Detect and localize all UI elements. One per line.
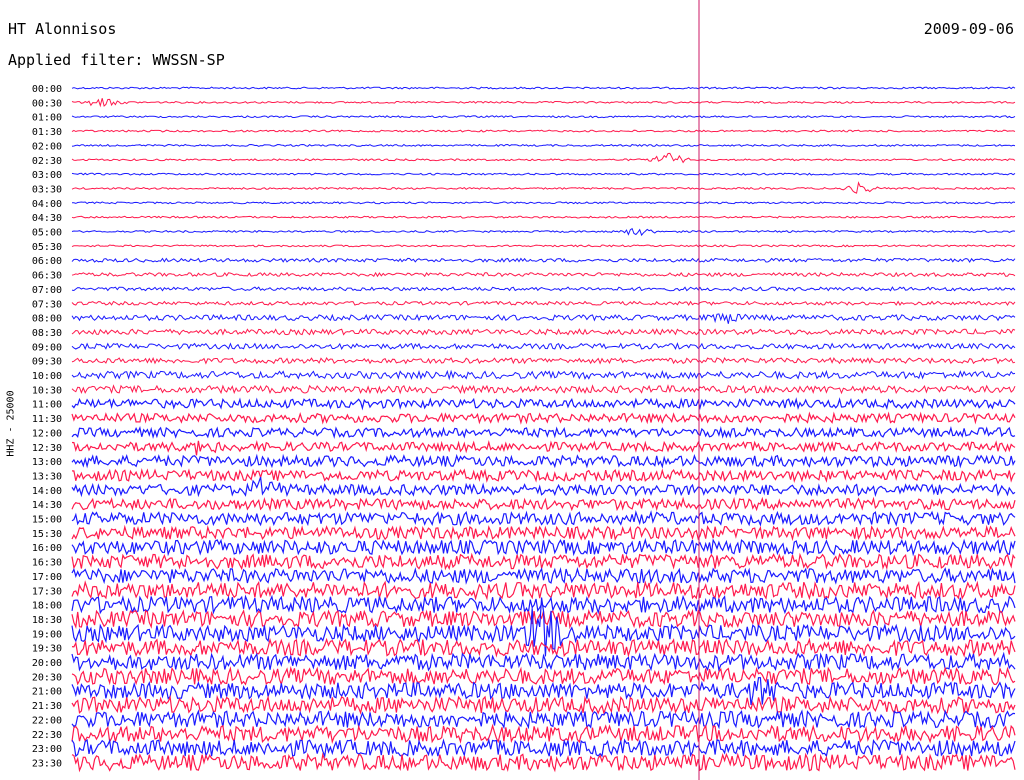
time-label: 05:00 [32, 228, 62, 239]
trace-line [71, 694, 1016, 716]
time-label: 15:00 [32, 515, 62, 526]
time-label: 06:30 [32, 271, 62, 282]
time-label: 01:00 [32, 113, 62, 124]
time-label: 11:00 [32, 400, 62, 411]
time-label: 23:30 [32, 758, 62, 769]
time-label: 04:00 [32, 199, 62, 210]
time-label: 05:30 [32, 242, 62, 253]
time-label: 13:00 [32, 457, 62, 468]
trace-line [71, 271, 1016, 278]
time-label: 16:00 [32, 543, 62, 554]
time-label: 11:30 [32, 414, 62, 425]
trace-line [71, 467, 1016, 483]
time-label: 21:00 [32, 687, 62, 698]
trace-line [71, 152, 1016, 164]
time-label: 03:30 [32, 184, 62, 195]
trace-line [71, 286, 1016, 292]
trace-line [71, 666, 1016, 687]
trace-line [71, 440, 1016, 456]
trace-line [71, 356, 1016, 365]
trace-line [71, 115, 1016, 119]
time-label: 02:00 [32, 141, 62, 152]
time-label: 20:30 [32, 672, 62, 683]
time-label: 07:00 [32, 285, 62, 296]
trace-line [71, 215, 1016, 219]
time-label: 00:00 [32, 84, 62, 95]
trace-line [71, 752, 1016, 773]
time-label: 07:30 [32, 299, 62, 310]
trace-line [71, 637, 1016, 658]
trace-line [71, 369, 1016, 381]
trace-line [71, 300, 1016, 306]
time-label: 09:30 [32, 357, 62, 368]
trace-line [71, 411, 1016, 425]
trace-line [72, 201, 1016, 205]
time-label-group: 00:00 00:30 01:00 01:30 02:00 02:30 03:00 03:30… [32, 84, 62, 769]
trace-line [71, 257, 1016, 263]
trace-line [71, 425, 1016, 440]
trace-line [71, 342, 1016, 351]
trace-line [71, 98, 1016, 108]
time-label: 20:00 [32, 658, 62, 669]
time-label: 22:00 [32, 715, 62, 726]
time-label: 14:00 [32, 486, 62, 497]
trace-line [71, 552, 1016, 571]
time-label: 19:30 [32, 644, 62, 655]
trace-line [71, 181, 1016, 194]
trace-line [71, 244, 1016, 248]
trace-line [71, 453, 1016, 469]
trace-line [71, 143, 1016, 147]
time-label: 06:00 [32, 256, 62, 267]
time-label: 18:30 [32, 615, 62, 626]
time-label: 12:30 [32, 443, 62, 454]
time-label: 18:00 [32, 601, 62, 612]
time-label: 17:30 [32, 586, 62, 597]
time-label: 09:00 [32, 342, 62, 353]
trace-line [71, 496, 1016, 512]
trace-line [71, 723, 1016, 744]
trace-line [71, 328, 1016, 336]
time-label: 19:00 [32, 629, 62, 640]
time-label: 23:00 [32, 744, 62, 755]
time-label: 04:30 [32, 213, 62, 224]
trace-line [71, 384, 1016, 395]
trace-line [71, 567, 1016, 585]
time-label: 00:30 [32, 98, 62, 109]
time-label: 08:30 [32, 328, 62, 339]
time-label: 17:00 [32, 572, 62, 583]
trace-line [71, 651, 1016, 673]
time-label: 08:00 [32, 314, 62, 325]
time-label: 10:30 [32, 385, 62, 396]
time-label: 02:30 [32, 156, 62, 167]
time-label: 15:30 [32, 529, 62, 540]
time-label: 21:30 [32, 701, 62, 712]
trace-line [71, 524, 1016, 542]
trace-line [71, 86, 1016, 90]
time-label: 12:00 [32, 428, 62, 439]
time-label: 03:00 [32, 170, 62, 181]
seismogram-plot: 00:00 00:30 01:00 01:30 02:00 02:30 03:00 03:30… [32, 0, 1016, 780]
trace-line [71, 227, 1016, 237]
trace-line [71, 172, 1016, 176]
trace-line [71, 510, 1016, 527]
time-label: 10:00 [32, 371, 62, 382]
time-label: 01:30 [32, 127, 62, 138]
trace-line [71, 129, 1016, 133]
time-label: 22:30 [32, 730, 62, 741]
trace-line [71, 580, 1016, 601]
trace-group [71, 86, 1016, 773]
time-label: 16:30 [32, 558, 62, 569]
trace-line [71, 709, 1016, 730]
time-label: 14:30 [32, 500, 62, 511]
trace-line [71, 537, 1016, 557]
trace-line [71, 312, 1016, 324]
time-label: 13:30 [32, 471, 62, 482]
trace-line [71, 397, 1016, 411]
trace-line [71, 737, 1016, 759]
